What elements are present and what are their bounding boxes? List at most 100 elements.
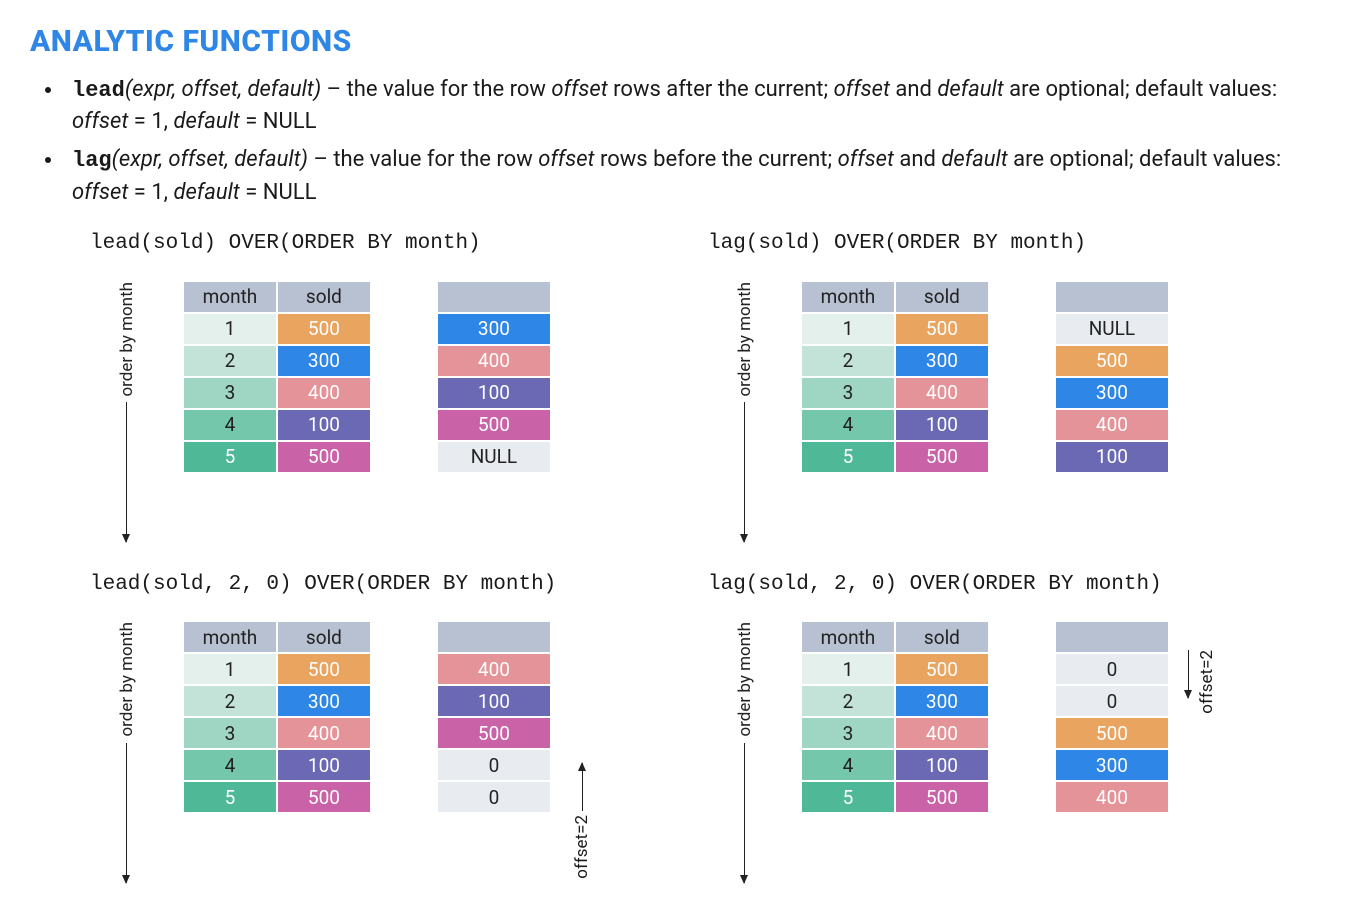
axis-label: order by month [733, 282, 758, 397]
col-header: sold [896, 622, 988, 652]
table-row: 5500 [802, 782, 988, 812]
table-row: 3400 [802, 718, 988, 748]
table-row: 100 [438, 378, 550, 408]
table-row: 1500 [802, 314, 988, 344]
table-row: 2300 [802, 686, 988, 716]
sold-cell: 500 [278, 442, 370, 472]
arrow-down-icon [126, 402, 127, 542]
col-header: sold [896, 282, 988, 312]
axis-label: order by month [115, 622, 140, 737]
month-cell: 3 [184, 718, 276, 748]
table-row: 4100 [184, 410, 370, 440]
month-cell: 1 [184, 654, 276, 684]
table-row: 1500 [184, 314, 370, 344]
result-cell: 0 [1056, 686, 1168, 716]
example-body: order by monthmonthsold15002300340041005… [90, 620, 698, 883]
example-title: lead(sold) OVER(ORDER BY month) [90, 229, 698, 259]
result-cell: 300 [1056, 378, 1168, 408]
arrow-down-icon [1188, 650, 1189, 698]
result-cell: 500 [438, 718, 550, 748]
month-cell: 3 [802, 378, 894, 408]
table-row: NULL [438, 442, 550, 472]
example: lead(sold) OVER(ORDER BY month) order by … [90, 229, 698, 542]
table-row: 5500 [184, 442, 370, 472]
fn-args: (expr, offset, default) [112, 147, 308, 172]
examples-grid: lead(sold) OVER(ORDER BY month) order by … [90, 229, 1316, 883]
result-cell: NULL [1056, 314, 1168, 344]
table-row: 500 [438, 718, 550, 748]
section-heading: ANALYTIC FUNCTIONS [30, 20, 1336, 64]
result-cell: 100 [438, 378, 550, 408]
sold-cell: 500 [278, 782, 370, 812]
result-table: 40010050000 [436, 620, 552, 814]
result-cell: 400 [1056, 410, 1168, 440]
sold-cell: 300 [278, 346, 370, 376]
month-cell: 2 [802, 346, 894, 376]
fn-args: (expr, offset, default) [125, 77, 321, 102]
table-row: 5500 [184, 782, 370, 812]
sold-cell: 500 [896, 442, 988, 472]
example-body: order by monthmonthsold15002300340041005… [90, 280, 698, 543]
sold-cell: 300 [896, 346, 988, 376]
example-title: lag(sold) OVER(ORDER BY month) [708, 229, 1316, 259]
sold-cell: 500 [896, 314, 988, 344]
result-cell: 0 [438, 750, 550, 780]
example-title: lag(sold, 2, 0) OVER(ORDER BY month) [708, 570, 1316, 600]
definitions-list: lead(expr, offset, default) – the value … [40, 74, 1336, 210]
example-body: order by month monthsold15002300340041005… [708, 280, 1316, 543]
result-cell: 300 [1056, 750, 1168, 780]
source-table: monthsold15002300340041005500 [800, 280, 990, 474]
fn-name: lead [72, 78, 125, 103]
sold-cell: 500 [278, 314, 370, 344]
offset-annotation: offset=2 [1188, 620, 1220, 714]
result-cell: 100 [438, 686, 550, 716]
axis-label: order by month [115, 282, 140, 397]
result-cell: 400 [1056, 782, 1168, 812]
month-cell: 2 [184, 346, 276, 376]
table-row: 0 [1056, 654, 1168, 684]
table-row: 3400 [802, 378, 988, 408]
col-header: sold [278, 282, 370, 312]
month-cell: 4 [802, 750, 894, 780]
month-cell: 5 [184, 442, 276, 472]
table-row: 1500 [802, 654, 988, 684]
month-cell: 1 [184, 314, 276, 344]
result-cell: 500 [1056, 346, 1168, 376]
result-cell: 500 [1056, 718, 1168, 748]
sold-cell: 300 [278, 686, 370, 716]
table-row: 100 [1056, 442, 1168, 472]
result-table: NULL500300400100 [1054, 280, 1170, 474]
definition-lead: lead(expr, offset, default) – the value … [64, 74, 1336, 139]
col-header [438, 622, 550, 652]
order-axis: order by month [708, 280, 782, 543]
month-cell: 2 [184, 686, 276, 716]
arrow-down-icon [744, 402, 745, 542]
sold-cell: 400 [896, 718, 988, 748]
month-cell: 2 [802, 686, 894, 716]
table-row: 0 [1056, 686, 1168, 716]
col-header: month [184, 622, 276, 652]
table-row: 1500 [184, 654, 370, 684]
order-axis: order by month [708, 620, 782, 883]
table-row: 400 [438, 346, 550, 376]
table-row: 5500 [802, 442, 988, 472]
sold-cell: 100 [896, 410, 988, 440]
result-cell: NULL [438, 442, 550, 472]
sold-cell: 500 [896, 654, 988, 684]
table-row: 2300 [802, 346, 988, 376]
table-row: 4100 [802, 750, 988, 780]
result-table: 00500300400 [1054, 620, 1170, 814]
col-header [1056, 282, 1168, 312]
source-table: monthsold15002300340041005500 [800, 620, 990, 814]
table-row: 400 [1056, 410, 1168, 440]
table-row: 300 [438, 314, 550, 344]
table-row: 500 [1056, 718, 1168, 748]
example: lag(sold, 2, 0) OVER(ORDER BY month) orde… [708, 570, 1316, 883]
table-row: 500 [1056, 346, 1168, 376]
axis-label: order by month [733, 622, 758, 737]
example-body: order by monthmonthsold15002300340041005… [708, 620, 1316, 883]
col-header: month [802, 622, 894, 652]
offset-label: offset=2 [570, 815, 595, 879]
col-header: month [184, 282, 276, 312]
table-row: NULL [1056, 314, 1168, 344]
